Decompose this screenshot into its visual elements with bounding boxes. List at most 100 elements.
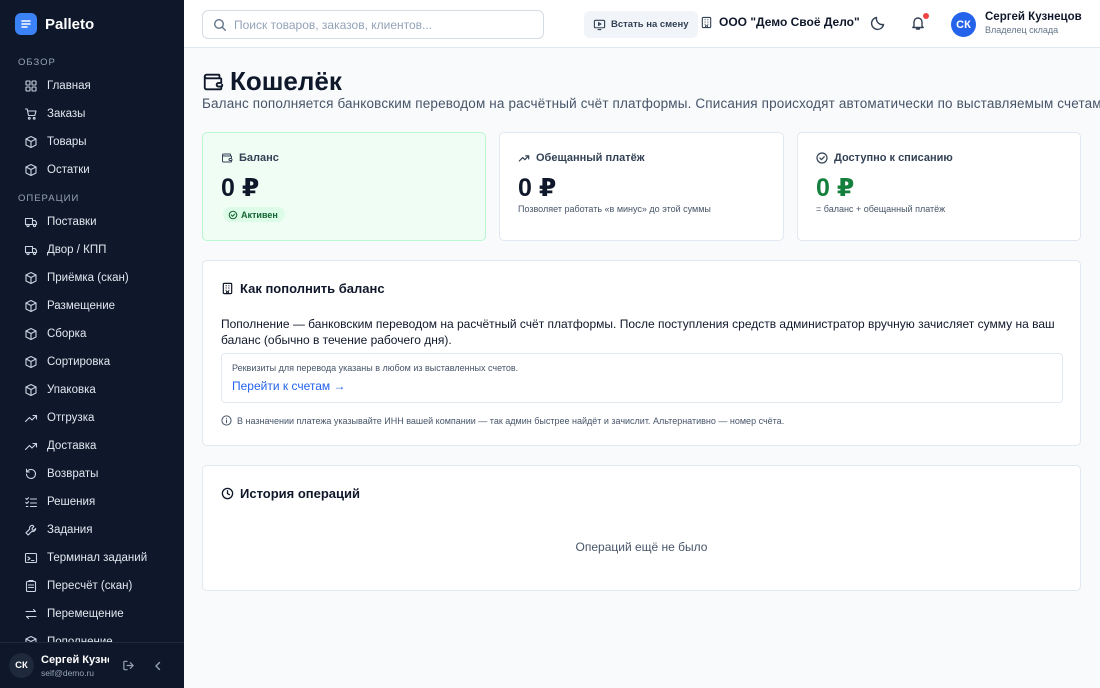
user-avatar[interactable]: СК: [951, 12, 976, 37]
topup-card: Как пополнить баланс Пополнение — банков…: [202, 260, 1081, 446]
payment-hint-text: В назначении платежа указывайте ИНН ваше…: [237, 415, 785, 426]
history-card: История операций Операций ещё не было: [202, 465, 1081, 591]
collapse-sidebar-icon[interactable]: [149, 657, 167, 675]
balance-label-text: Баланс: [239, 152, 279, 164]
promised-value: 0 ₽: [518, 174, 557, 202]
sidebar-item[interactable]: Пересчёт (скан): [0, 572, 184, 600]
sidebar-item[interactable]: Возвраты: [0, 460, 184, 488]
search-input[interactable]: [234, 17, 524, 32]
sidebar-item-label: Терминал заданий: [47, 552, 148, 564]
balance-card: Баланс 0 ₽ Активен: [202, 132, 486, 241]
history-title: История операций: [221, 486, 360, 501]
building-icon: [222, 282, 233, 295]
brand-name: Palleto: [45, 15, 95, 33]
nav-section-title: ОБЗОР: [18, 57, 56, 68]
sidebar-item-label: Отгрузка: [47, 412, 95, 424]
sidebar-item-label: Заказы: [47, 108, 86, 120]
sidebar-item-label: Приёмка (скан): [47, 272, 129, 284]
sidebar-item-label: Сборка: [47, 328, 87, 340]
page-subtitle: Баланс пополняется банковским переводом …: [202, 96, 1100, 111]
user-role: Владелец склада: [985, 25, 1059, 35]
go-to-invoices-link[interactable]: Перейти к счетам →: [232, 379, 345, 393]
sidebar: Palleto ОБЗОР Главная Заказы Товары Остатки О…: [0, 0, 184, 688]
sidebar-item[interactable]: Упаковка: [0, 376, 184, 404]
sidebar-user-email: self@demo.ru: [41, 667, 95, 678]
wallet-icon: [203, 73, 224, 90]
sidebar-item-label: Товары: [47, 136, 87, 148]
sidebar-footer: СК Сергей Кузнецов self@demo.ru: [0, 642, 184, 688]
undo-icon: [24, 467, 38, 481]
sidebar-item[interactable]: Отгрузка: [0, 404, 184, 432]
sidebar-user-info: Сергей Кузнецов self@demo.ru: [41, 654, 109, 678]
sidebar-item-label: Упаковка: [47, 384, 96, 396]
notifications-button[interactable]: [910, 13, 929, 33]
clock-icon: [221, 487, 234, 500]
box-icon: [24, 327, 38, 341]
list-logo-icon: [15, 13, 37, 35]
topup-description: Пополнение — банковским переводом на рас…: [221, 317, 1055, 347]
sidebar-item[interactable]: Поставки: [0, 208, 184, 236]
page-title-text: Кошелёк: [230, 66, 342, 96]
available-note: = баланс + обещанный платёж: [816, 204, 946, 214]
sidebar-item[interactable]: Приёмка (скан): [0, 264, 184, 292]
sidebar-item[interactable]: Главная: [0, 72, 184, 100]
nav-section-title: ОПЕРАЦИИ: [18, 193, 80, 204]
user-name: Сергей Кузнецов: [985, 11, 1082, 23]
sidebar-item-label: Размещение: [47, 300, 116, 312]
sidebar-item[interactable]: Размещение: [0, 292, 184, 320]
sidebar-item-label: Перемещение: [47, 608, 124, 620]
sidebar-item[interactable]: Двор / КПП: [0, 236, 184, 264]
user-menu[interactable]: Сергей Кузнецов Владелец склада: [985, 11, 1082, 35]
check-circle-icon: [228, 210, 238, 219]
topup-title-text: Как пополнить баланс: [240, 281, 385, 296]
sidebar-item[interactable]: Терминал заданий: [0, 544, 184, 572]
promised-label-text: Обещанный платёж: [536, 152, 645, 164]
org-switcher[interactable]: ООО "Демо Своё Дело": [700, 15, 860, 29]
history-title-text: История операций: [240, 486, 361, 501]
sidebar-item[interactable]: Заказы: [0, 100, 184, 128]
box-icon: [24, 383, 38, 397]
sidebar-item-label: Двор / КПП: [47, 244, 107, 256]
topup-title: Как пополнить баланс: [221, 281, 385, 296]
logout-icon[interactable]: [119, 657, 137, 675]
sidebar-item-label: Возвраты: [47, 468, 99, 480]
sidebar-item[interactable]: Сортировка: [0, 348, 184, 376]
trend-up-icon: [518, 155, 530, 162]
sidebar-item[interactable]: Сборка: [0, 320, 184, 348]
requisites-text: Реквизиты для перевода указаны в любом и…: [232, 363, 519, 373]
start-shift-button[interactable]: Встать на смену: [584, 11, 698, 38]
payment-hint: В назначении платежа указывайте ИНН ваше…: [221, 415, 784, 426]
brand[interactable]: Palleto: [0, 0, 184, 48]
clipboard-icon: [24, 579, 38, 593]
truck-icon: [24, 215, 38, 229]
monitor-play-icon: [593, 19, 606, 31]
search-box[interactable]: [202, 10, 544, 39]
org-name: ООО "Демо Своё Дело": [719, 15, 860, 29]
sidebar-item[interactable]: Решения: [0, 488, 184, 516]
sidebar-nav: ОБЗОР Главная Заказы Товары Остатки ОПЕРАЦИИ П…: [0, 48, 184, 656]
sidebar-item-label: Остатки: [47, 164, 90, 176]
sidebar-item[interactable]: Задания: [0, 516, 184, 544]
trend-icon: [24, 411, 38, 425]
box-icon: [24, 271, 38, 285]
available-card: Доступно к списанию 0 ₽ = баланс + обеща…: [797, 132, 1081, 241]
swap-icon: [24, 607, 38, 621]
status-badge: Активен: [223, 207, 285, 222]
top-header: Встать на смену ООО "Демо Своё Дело" СК …: [184, 0, 1100, 48]
box-icon: [24, 135, 38, 149]
sidebar-item[interactable]: Остатки: [0, 156, 184, 184]
sidebar-item-label: Решения: [47, 496, 96, 508]
sidebar-item[interactable]: Перемещение: [0, 600, 184, 628]
available-value: 0 ₽: [816, 174, 855, 202]
sidebar-item-label: Сортировка: [47, 356, 111, 368]
grid-icon: [24, 79, 38, 93]
sidebar-item-label: Поставки: [47, 216, 97, 228]
sidebar-item[interactable]: Товары: [0, 128, 184, 156]
terminal-icon: [24, 551, 38, 565]
box-icon: [24, 299, 38, 313]
sidebar-item-label: Главная: [47, 80, 91, 92]
theme-toggle-button[interactable]: [870, 15, 888, 33]
page-title: Кошелёк: [202, 66, 342, 97]
sidebar-item[interactable]: Доставка: [0, 432, 184, 460]
avatar[interactable]: СК: [9, 653, 34, 678]
